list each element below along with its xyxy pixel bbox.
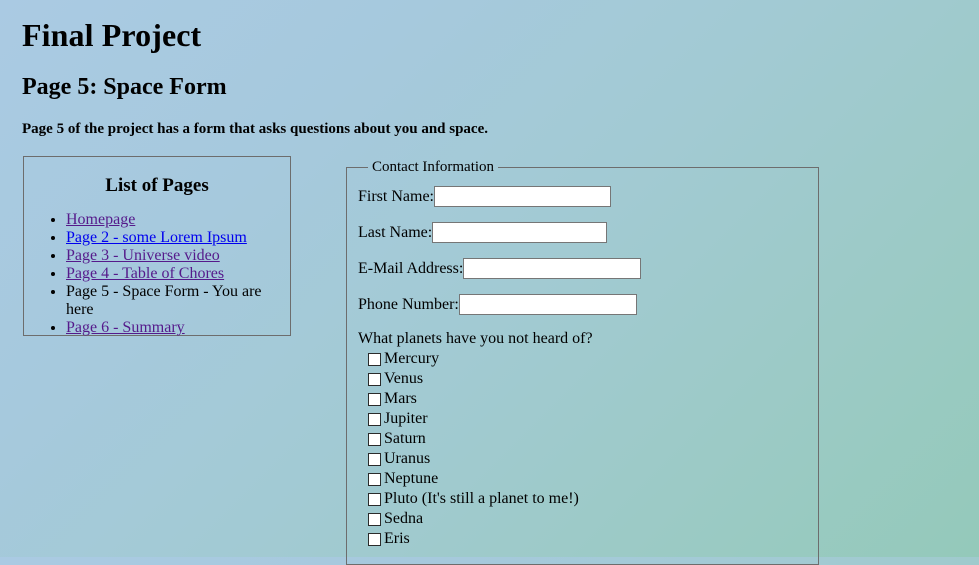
contact-information-fieldset: Contact Information First Name: Last Nam… (346, 158, 819, 565)
nav-link-homepage[interactable]: Homepage (66, 211, 135, 228)
checkbox-sedna[interactable] (368, 512, 381, 526)
list-of-pages-heading: List of Pages (105, 174, 209, 196)
checkbox-row-jupiter[interactable]: Jupiter (358, 409, 808, 429)
checkbox-label-neptune: Neptune (384, 470, 439, 488)
email-address-row: E-Mail Address: (358, 258, 808, 280)
page-list: Homepage Page 2 - some Lorem Ipsum Page … (24, 211, 290, 337)
checkbox-label-eris: Eris (384, 530, 410, 548)
section-heading: Page 5: Space Form (22, 73, 227, 100)
checkbox-row-venus[interactable]: Venus (358, 369, 808, 389)
list-item: Page 5 - Space Form - You are here (66, 283, 290, 319)
checkbox-row-eris[interactable]: Eris (358, 529, 808, 549)
fieldset-legend: Contact Information (372, 158, 495, 175)
email-address-label: E-Mail Address: (358, 259, 464, 277)
checkbox-row-mars[interactable]: Mars (358, 389, 808, 409)
checkbox-mars[interactable] (368, 392, 381, 406)
last-name-label: Last Name: (358, 223, 433, 241)
list-of-pages-box: List of Pages Homepage Page 2 - some Lor… (23, 155, 291, 337)
checkbox-neptune[interactable] (368, 472, 381, 486)
nav-link-page-3[interactable]: Page 3 - Universe video (66, 247, 220, 264)
checkbox-row-pluto[interactable]: Pluto (It's still a planet to me!) (358, 489, 808, 509)
intro-paragraph: Page 5 of the project has a form that as… (22, 120, 488, 137)
planets-question: What planets have you not heard of? (358, 329, 593, 347)
first-name-row: First Name: (358, 186, 808, 208)
checkbox-jupiter[interactable] (368, 412, 381, 426)
email-address-input[interactable] (463, 258, 642, 280)
checkbox-label-jupiter: Jupiter (384, 410, 428, 428)
phone-number-row: Phone Number: (358, 294, 808, 316)
checkbox-row-saturn[interactable]: Saturn (358, 429, 808, 449)
checkbox-row-neptune[interactable]: Neptune (358, 469, 808, 489)
list-item: Page 6 - Summary (66, 319, 290, 337)
checkbox-mercury[interactable] (368, 352, 381, 366)
nav-link-page-6[interactable]: Page 6 - Summary (66, 319, 185, 336)
list-item: Homepage (66, 211, 290, 229)
nav-link-page-2[interactable]: Page 2 - some Lorem Ipsum (66, 229, 247, 246)
phone-number-label: Phone Number: (358, 295, 459, 313)
list-item: Page 3 - Universe video (66, 247, 290, 265)
checkbox-saturn[interactable] (368, 432, 381, 446)
checkbox-row-uranus[interactable]: Uranus (358, 449, 808, 469)
planets-checkbox-list: Mercury Venus Mars Jupiter Saturn Uranus… (358, 349, 808, 549)
checkbox-label-uranus: Uranus (384, 450, 431, 468)
page-title: Final Project (22, 17, 202, 53)
list-item: Page 2 - some Lorem Ipsum (66, 229, 290, 247)
checkbox-label-sedna: Sedna (384, 510, 424, 528)
nav-current-page-5: Page 5 - Space Form - You are here (66, 282, 262, 318)
first-name-label: First Name: (358, 187, 434, 205)
checkbox-row-sedna[interactable]: Sedna (358, 509, 808, 529)
nav-link-page-4[interactable]: Page 4 - Table of Chores (66, 265, 224, 282)
checkbox-label-mercury: Mercury (384, 350, 440, 368)
first-name-input[interactable] (434, 186, 611, 208)
checkbox-eris[interactable] (368, 532, 381, 546)
last-name-row: Last Name: (358, 222, 808, 244)
last-name-input[interactable] (432, 222, 608, 244)
checkbox-label-mars: Mars (384, 390, 417, 408)
phone-number-input[interactable] (458, 294, 637, 316)
checkbox-uranus[interactable] (368, 452, 381, 466)
checkbox-pluto[interactable] (368, 492, 381, 506)
list-item: Page 4 - Table of Chores (66, 265, 290, 283)
checkbox-row-mercury[interactable]: Mercury (358, 349, 808, 369)
checkbox-label-pluto: Pluto (It's still a planet to me!) (384, 490, 579, 508)
checkbox-venus[interactable] (368, 372, 381, 386)
page-root: Final Project Page 5: Space Form Page 5 … (0, 0, 979, 565)
checkbox-label-venus: Venus (384, 370, 424, 388)
checkbox-label-saturn: Saturn (384, 430, 426, 448)
